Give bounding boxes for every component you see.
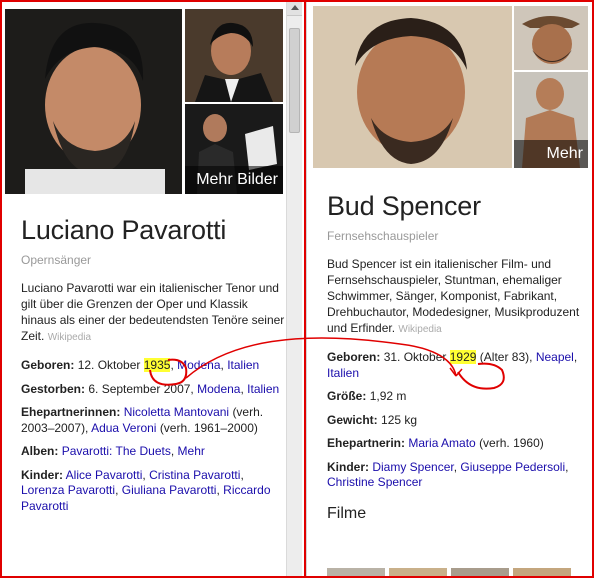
fact-label: Ehepartnerinnen: <box>21 405 121 419</box>
pavarotti-knowledge-panel: Mehr Bilder Luciano Pavarotti Opernsänge… <box>0 0 305 578</box>
fact-weight: Gewicht: 125 kg <box>327 412 418 427</box>
pavarotti-main-photo[interactable] <box>5 9 182 194</box>
child-link-1[interactable]: Diamy Spencer <box>372 460 453 474</box>
child-link-2[interactable]: Cristina Pavarotti <box>149 468 240 482</box>
fact-label: Größe: <box>327 389 367 403</box>
description: Luciano Pavarotti war ein italienischer … <box>21 280 285 346</box>
fact-albums: Alben: Pavarotti: The Duets, Mehr <box>21 444 205 458</box>
scrollbar[interactable] <box>286 0 302 578</box>
description-text: Bud Spencer ist ein italienischer Film- … <box>327 257 580 335</box>
scroll-thumb[interactable] <box>289 28 300 133</box>
died-place-link[interactable]: Modena <box>197 382 240 396</box>
fact-height: Größe: 1,92 m <box>327 389 407 403</box>
film-thumbnail[interactable] <box>451 568 509 578</box>
bud-spencer-knowledge-panel: Mehr Bilder Bud Spencer Fernsehschauspie… <box>305 0 594 578</box>
page-title: Luciano Pavarotti <box>21 215 227 245</box>
died-country-link[interactable]: Italien <box>247 382 279 396</box>
spouse-link[interactable]: Maria Amato <box>408 436 475 450</box>
wikipedia-link[interactable]: Wikipedia <box>398 324 441 335</box>
film-thumbnail[interactable] <box>389 568 447 578</box>
more-images-button[interactable]: Mehr Bilder <box>185 166 283 194</box>
more-albums-link[interactable]: Mehr <box>178 444 205 458</box>
age: (Alter 83), <box>479 350 533 364</box>
film-thumbnails <box>327 568 571 578</box>
page-title: Bud Spencer <box>327 191 481 221</box>
child-link-3[interactable]: Lorenza Pavarotti <box>21 483 115 497</box>
spouse-link-2[interactable]: Adua Veroni <box>91 421 156 435</box>
child-link-3[interactable]: Christine Spencer <box>327 475 422 489</box>
films-heading: Filme <box>327 504 367 522</box>
born-year-highlight: 1929 <box>449 350 477 364</box>
film-thumbnail[interactable] <box>513 568 571 578</box>
spouse-link-1[interactable]: Nicoletta Mantovani <box>124 405 229 419</box>
fact-born: Geboren: 12. Oktober 1935, Modena, Itali… <box>21 358 260 372</box>
died-date: 6. September 2007, <box>88 381 194 396</box>
fact-label: Kinder: <box>21 467 63 482</box>
born-country-link[interactable]: Italien <box>327 366 359 380</box>
born-date: 12. Oktober <box>77 358 141 372</box>
born-country-link[interactable]: Italien <box>227 358 259 372</box>
born-year-highlight: 1935 <box>143 358 171 372</box>
scroll-up-arrow-icon[interactable] <box>287 0 302 16</box>
spencer-main-photo[interactable] <box>313 6 512 168</box>
fact-label: Geboren: <box>327 350 381 364</box>
fact-label: Gewicht: <box>327 412 378 427</box>
spencer-photo-2[interactable] <box>514 6 588 70</box>
fact-label: Ehepartnerin: <box>327 436 406 450</box>
child-link-1[interactable]: Alice Pavarotti <box>66 468 143 482</box>
subtitle: Opernsänger <box>21 253 92 267</box>
pavarotti-photo-3[interactable]: Mehr Bilder <box>185 104 283 194</box>
facts-list: Geboren: 12. Oktober 1935, Modena, Itali… <box>21 358 285 514</box>
description: Bud Spencer ist ein italienischer Film- … <box>327 256 586 338</box>
fact-spouse: Ehepartnerin: Maria Amato (verh. 1960) <box>327 436 544 450</box>
fact-died: Gestorben: 6. September 2007, Modena, It… <box>21 381 280 396</box>
fact-children: Kinder: Diamy Spencer, Giuseppe Pedersol… <box>327 459 569 490</box>
pavarotti-photo-2[interactable] <box>185 9 283 102</box>
born-place-link[interactable]: Neapel <box>536 350 574 364</box>
film-thumbnail[interactable] <box>327 568 385 578</box>
subtitle: Fernsehschauspieler <box>327 229 439 243</box>
album-link[interactable]: Pavarotti: The Duets <box>62 444 171 458</box>
child-link-2[interactable]: Giuseppe Pedersoli <box>460 460 565 474</box>
fact-spouses: Ehepartnerinnen: Nicoletta Mantovani (ve… <box>21 405 264 435</box>
fact-born: Geboren: 31. Oktober 1929 (Alter 83), Ne… <box>327 350 578 380</box>
fact-label: Geboren: <box>21 358 75 372</box>
fact-label: Gestorben: <box>21 381 86 396</box>
fact-label: Kinder: <box>327 459 369 474</box>
child-link-4[interactable]: Giuliana Pavarotti <box>122 483 217 497</box>
facts-list: Geboren: 31. Oktober 1929 (Alter 83), Ne… <box>327 350 586 491</box>
fact-label: Alben: <box>21 444 59 458</box>
wikipedia-link[interactable]: Wikipedia <box>48 332 91 343</box>
born-date: 31. Oktober <box>383 350 447 364</box>
born-place-link[interactable]: Modena <box>177 358 220 372</box>
spencer-photo-3[interactable]: Mehr Bilder <box>514 72 588 168</box>
fact-children: Kinder: Alice Pavarotti, Cristina Pavaro… <box>21 467 271 513</box>
more-images-button[interactable]: Mehr Bilder <box>514 140 588 168</box>
